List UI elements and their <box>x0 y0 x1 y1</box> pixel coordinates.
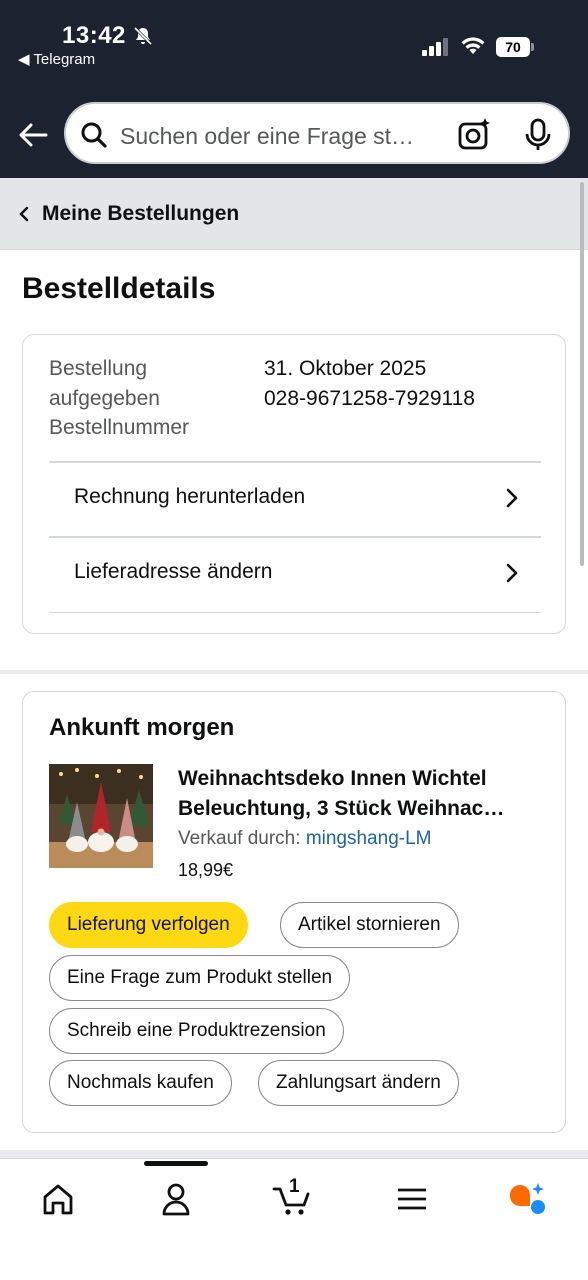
order-date: 31. Oktober 2025 <box>264 357 427 380</box>
track-package-button[interactable]: Lieferung verfolgen <box>49 902 248 948</box>
chevron-right-icon <box>506 488 518 508</box>
ask-question-button[interactable]: Eine Frage zum Produkt stellen <box>49 955 351 1001</box>
seller-link[interactable]: mingshang-LM <box>306 828 432 849</box>
battery-indicator: 70 <box>496 37 534 57</box>
order-number: 028-9671258-7929118 <box>264 387 475 410</box>
account-icon[interactable] <box>156 1181 196 1217</box>
page-title: Bestelldetails <box>22 272 216 305</box>
download-invoice-link[interactable]: Rechnung herunterladen <box>49 461 541 537</box>
chevron-right-icon <box>506 563 518 583</box>
breadcrumb[interactable]: Meine Bestellungen <box>0 178 588 250</box>
back-arrow-icon[interactable] <box>16 118 50 152</box>
product-title-line-1[interactable]: Weihnachtsdeko Innen Wichtel <box>178 764 540 794</box>
product-image[interactable] <box>49 764 153 868</box>
home-icon[interactable] <box>38 1181 78 1217</box>
order-info-card: Bestellung aufgegeben Bestellnummer 31. … <box>22 334 566 634</box>
top-header: 13:42 ◀ Telegram 70 Suchen oder eine Fra… <box>0 0 588 178</box>
write-review-button[interactable]: Schreib eine Produktrezension <box>49 1008 344 1054</box>
active-tab-indicator <box>144 1161 208 1166</box>
product-price: 18,99€ <box>178 860 234 880</box>
breadcrumb-label[interactable]: Meine Bestellungen <box>42 202 239 226</box>
bell-muted-icon <box>133 26 153 46</box>
wifi-icon <box>461 37 485 54</box>
chevron-left-icon <box>19 206 29 222</box>
section-divider <box>0 670 588 674</box>
bottom-separator <box>0 1150 588 1158</box>
buy-again-button[interactable]: Nochmals kaufen <box>49 1060 232 1106</box>
cancel-item-button[interactable]: Artikel stornieren <box>280 902 459 948</box>
scrollbar[interactable] <box>580 182 584 566</box>
divider <box>49 612 541 613</box>
rufus-assistant-icon[interactable] <box>506 1181 546 1217</box>
order-number-label: Bestellnummer <box>49 416 190 439</box>
search-icon <box>81 122 107 148</box>
cart-count-badge: 1 <box>289 1176 300 1197</box>
change-payment-button[interactable]: Zahlungsart ändern <box>258 1060 459 1106</box>
seller-label: Verkauf durch: <box>178 828 301 849</box>
menu-icon[interactable] <box>392 1181 432 1217</box>
product-title-line-2[interactable]: Beleuchtung, 3 Stück Weihnac… <box>178 794 540 824</box>
search-bar[interactable]: Suchen oder eine Frage st… <box>64 102 570 164</box>
arrival-heading: Ankunft morgen <box>49 714 235 741</box>
change-address-link[interactable]: Lieferadresse ändern <box>49 536 541 612</box>
microphone-icon[interactable] <box>524 118 552 152</box>
back-to-app-link[interactable]: ◀ Telegram <box>18 50 95 68</box>
battery-level: 70 <box>496 37 530 57</box>
status-time: 13:42 <box>62 22 126 49</box>
download-invoice-label: Rechnung herunterladen <box>74 485 306 508</box>
product-title[interactable]: Weihnachtsdeko Innen Wichtel Beleuchtung… <box>178 764 540 824</box>
cellular-signal-icon <box>422 38 448 56</box>
search-input[interactable]: Suchen oder eine Frage st… <box>120 123 440 150</box>
shipment-card: Ankunft morgen Weihnachtsdeko Innen Wich… <box>22 691 566 1133</box>
order-placed-label: Bestellung <box>49 357 148 380</box>
seller-info: Verkauf durch: mingshang-LM <box>178 828 431 850</box>
camera-search-icon[interactable] <box>458 117 492 151</box>
order-placed-label-2: aufgegeben <box>49 387 160 410</box>
change-address-label: Lieferadresse ändern <box>74 560 273 583</box>
